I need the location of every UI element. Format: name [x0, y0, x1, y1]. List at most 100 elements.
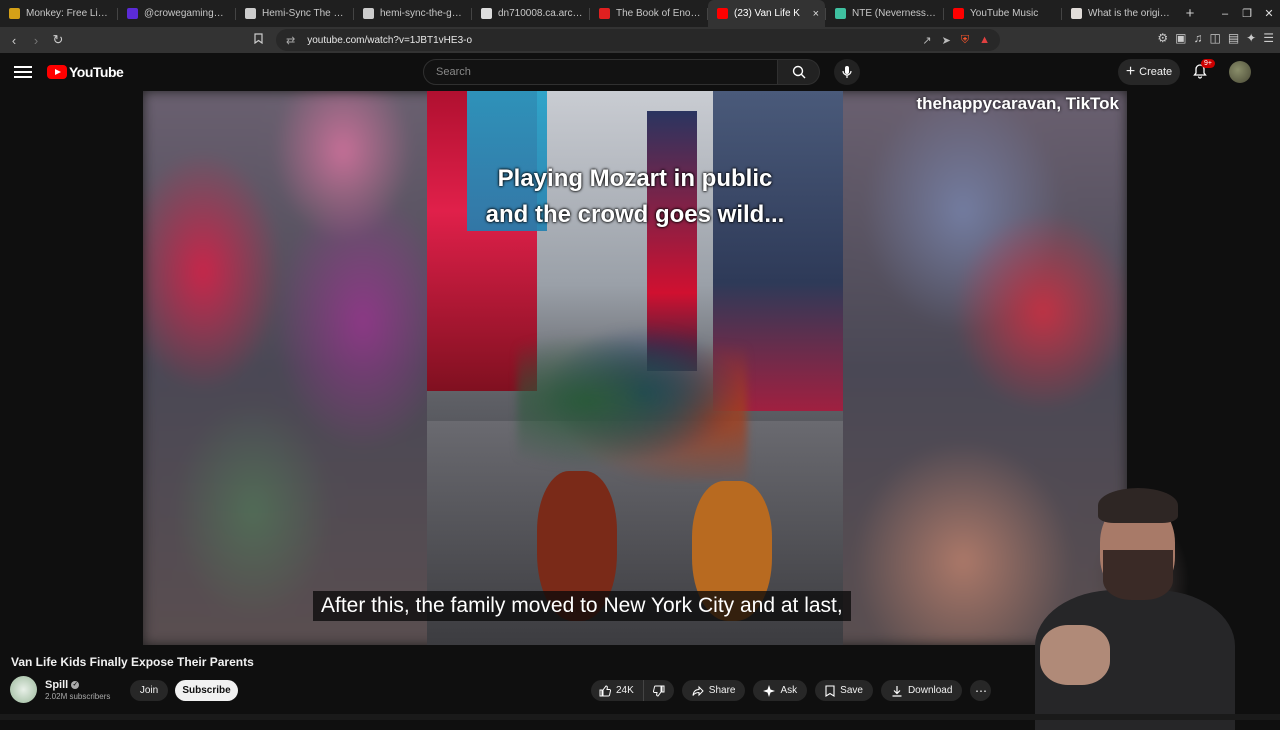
reload-icon[interactable]: ↻: [48, 32, 68, 48]
closed-caption: After this, the family moved to New York…: [313, 591, 851, 621]
music-icon[interactable]: ♫: [1193, 31, 1202, 45]
brave-shield-icon[interactable]: ⛨: [961, 34, 969, 47]
bookmark-icon[interactable]: [254, 33, 274, 44]
tab-title: (23) Van Life K: [734, 8, 800, 19]
browser-toolbar: ‹ › ↻ ⇄ youtube.com/watch?v=1JBT1vHE3-o …: [0, 27, 1280, 53]
wallet-2-icon[interactable]: ▤: [1228, 31, 1239, 45]
share-label: Share: [708, 685, 736, 696]
dislike-button[interactable]: [644, 680, 674, 701]
browser-tab[interactable]: YouTube Music: [944, 0, 1061, 27]
maximize-icon[interactable]: ❐: [1236, 7, 1258, 20]
voice-search-button[interactable]: [834, 59, 860, 85]
send-icon[interactable]: ➤: [942, 34, 951, 47]
tab-favicon-icon: [835, 8, 846, 19]
tab-title: Hemi-Sync The Gate: [262, 8, 347, 19]
minimize-icon[interactable]: –: [1214, 8, 1236, 20]
download-icon: [892, 685, 902, 697]
tab-title: What is the original: [1088, 8, 1173, 19]
thumbs-up-icon: [599, 684, 611, 696]
browser-menu-icon[interactable]: ☰: [1263, 31, 1274, 45]
channel-info: Spill ✓ 2.02M subscribers: [10, 676, 110, 703]
thumbs-down-icon: [652, 685, 665, 697]
sparkle-icon: [763, 684, 776, 697]
browser-tab[interactable]: What is the original: [1062, 0, 1179, 27]
video-player[interactable]: Playing Mozart in public and the crowd g…: [143, 91, 1127, 645]
forward-icon[interactable]: ›: [26, 33, 46, 48]
overlay-line-1: Playing Mozart in public: [497, 165, 773, 192]
like-button[interactable]: 24K: [591, 680, 644, 701]
site-settings-icon[interactable]: ⇄: [286, 34, 295, 47]
webcam-hands: [1040, 625, 1110, 685]
more-actions-button[interactable]: ⋯: [970, 680, 992, 701]
share-button[interactable]: Share: [681, 680, 746, 701]
window-controls: – ❐ ✕: [1214, 0, 1280, 27]
join-button[interactable]: Join: [130, 680, 168, 701]
performers: [517, 321, 747, 481]
save-label: Save: [840, 685, 863, 696]
extension-toolbar: ⚙ ▣ ♫ ◫ ▤ ✦ ☰: [1157, 31, 1274, 45]
close-tab-icon[interactable]: ×: [813, 8, 819, 20]
more-dots-icon: ⋯: [974, 683, 987, 698]
tab-title: YouTube Music: [970, 8, 1039, 19]
search-button[interactable]: [778, 59, 820, 85]
youtube-header: YouTube Search + Create 9+: [0, 53, 1280, 91]
download-button[interactable]: Download: [880, 680, 963, 701]
like-count: 24K: [616, 685, 634, 696]
open-external-icon[interactable]: ↗: [922, 34, 931, 47]
video-title: Van Life Kids Finally Expose Their Paren…: [11, 655, 254, 669]
tab-title: hemi-sync-the-gatev: [380, 8, 465, 19]
notifications-button[interactable]: 9+: [1192, 59, 1215, 81]
sidebar-icon[interactable]: ◫: [1209, 31, 1220, 45]
youtube-logo[interactable]: YouTube: [47, 64, 124, 80]
tab-list: Monkey: Free Live Vi @crowegamingg on Hemi…: [0, 0, 1179, 27]
browser-tab[interactable]: NTE (Neverness to E: [826, 0, 943, 27]
tab-title: Monkey: Free Live Vi: [26, 8, 111, 19]
search-input[interactable]: Search: [423, 59, 778, 85]
extensions-icon[interactable]: ⚙: [1157, 31, 1168, 45]
like-dislike-group: 24K: [591, 680, 674, 701]
channel-avatar[interactable]: [10, 676, 37, 703]
browser-tab[interactable]: hemi-sync-the-gatev: [354, 0, 471, 27]
plus-icon: +: [1125, 63, 1136, 80]
subscribe-button[interactable]: Subscribe: [175, 680, 238, 701]
wallet-icon[interactable]: ▣: [1175, 31, 1186, 45]
tab-favicon-icon: [953, 8, 964, 19]
subscriber-count: 2.02M subscribers: [45, 691, 111, 701]
address-bar[interactable]: ⇄ youtube.com/watch?v=1JBT1vHE3-o ↗ ➤ ⛨ …: [276, 29, 1000, 51]
browser-tab[interactable]: Hemi-Sync The Gate: [236, 0, 353, 27]
channel-name[interactable]: Spill: [45, 679, 68, 691]
tab-favicon-icon: [599, 8, 610, 19]
browser-tab[interactable]: (23) Van Life K ×: [708, 0, 825, 27]
back-icon[interactable]: ‹: [4, 33, 24, 48]
notification-badge: 9+: [1201, 59, 1215, 68]
download-label: Download: [907, 685, 953, 696]
overlay-line-2: and the crowd goes wild...: [485, 201, 785, 228]
join-label: Join: [139, 685, 159, 696]
save-button[interactable]: Save: [815, 680, 873, 701]
tab-favicon-icon: [481, 8, 492, 19]
tab-favicon-icon: [245, 8, 256, 19]
video-actions: 24K Share Ask Save Download ⋯: [591, 680, 992, 701]
new-tab-button[interactable]: +: [1179, 5, 1201, 22]
account-avatar[interactable]: [1229, 61, 1251, 83]
create-button[interactable]: + Create: [1118, 59, 1180, 85]
ask-button[interactable]: Ask: [753, 680, 808, 701]
tab-title: dn710008.ca.archive: [498, 8, 583, 19]
tab-favicon-icon: [717, 8, 728, 19]
ask-label: Ask: [780, 685, 798, 696]
browser-tab[interactable]: Monkey: Free Live Vi: [0, 0, 117, 27]
browser-tab[interactable]: dn710008.ca.archive: [472, 0, 589, 27]
guide-menu-icon[interactable]: [14, 63, 32, 81]
share-icon: [692, 685, 704, 696]
webcam-hair: [1098, 488, 1178, 523]
tab-favicon-icon: [363, 8, 374, 19]
webcam-beard: [1103, 550, 1173, 600]
tab-favicon-icon: [9, 8, 20, 19]
search-placeholder: Search: [436, 66, 471, 78]
browser-tab[interactable]: @crowegamingg on: [118, 0, 235, 27]
rewards-icon[interactable]: ▲: [979, 34, 990, 46]
leo-ai-icon[interactable]: ✦: [1246, 31, 1256, 45]
browser-tab[interactable]: The Book of Enoch E: [590, 0, 707, 27]
close-window-icon[interactable]: ✕: [1258, 7, 1280, 20]
tab-title: @crowegamingg on: [144, 8, 229, 19]
